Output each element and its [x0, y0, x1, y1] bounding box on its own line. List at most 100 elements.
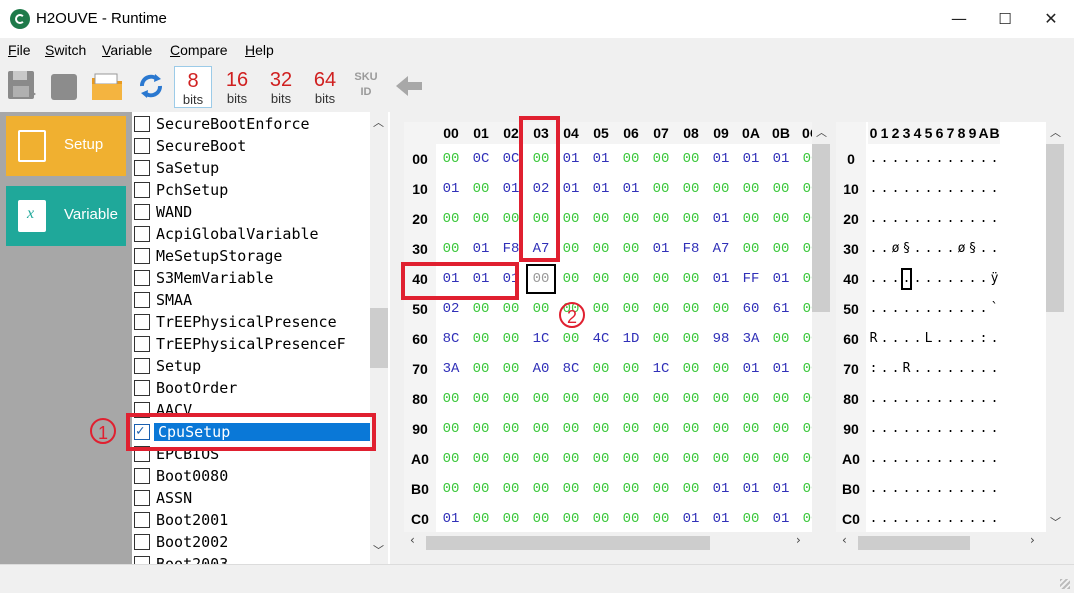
hex-cell[interactable]: 00 [796, 234, 812, 264]
hex-row-header[interactable]: 60 [404, 324, 436, 354]
ascii-cell[interactable]: . [945, 354, 956, 384]
variable-list-item[interactable]: Boot0080 [134, 466, 370, 488]
ascii-cell[interactable]: . [967, 144, 978, 174]
ascii-cell[interactable]: . [934, 474, 945, 504]
hex-cell[interactable]: 00 [796, 294, 812, 324]
ascii-cell[interactable]: . [956, 144, 967, 174]
hex-row-header[interactable]: 00 [404, 144, 436, 174]
ascii-cell[interactable]: . [901, 504, 912, 532]
hex-cell[interactable]: 1D [616, 324, 646, 354]
hex-cell[interactable]: 8C [556, 354, 586, 384]
hex-cell[interactable]: 00 [796, 414, 812, 444]
hex-cell[interactable]: 0C [466, 144, 496, 174]
menu-variable[interactable]: Variable [102, 42, 152, 58]
ascii-vertical-scrollbar[interactable]: ︿ ﹀ [1046, 122, 1064, 532]
variable-checkbox[interactable] [134, 138, 150, 154]
hex-cell[interactable]: 01 [436, 174, 466, 204]
hex-cell[interactable]: 00 [616, 354, 646, 384]
hex-cell[interactable]: 1C [646, 354, 676, 384]
ascii-cell[interactable]: . [912, 174, 923, 204]
hex-hscroll-thumb[interactable] [426, 536, 710, 550]
variable-button[interactable]: x Variable [6, 186, 126, 246]
menu-help[interactable]: Help [245, 42, 274, 58]
hex-cell[interactable]: 00 [496, 474, 526, 504]
ascii-cell[interactable]: . [945, 414, 956, 444]
ascii-cell[interactable]: . [934, 414, 945, 444]
hex-cell[interactable]: 00 [556, 264, 586, 294]
ascii-cell[interactable]: R [868, 324, 879, 354]
ascii-cell[interactable]: . [934, 234, 945, 264]
hex-cell[interactable]: 00 [796, 354, 812, 384]
ascii-cell[interactable]: . [868, 414, 879, 444]
ascii-cell[interactable]: . [967, 204, 978, 234]
hex-column-header[interactable]: 08 [676, 122, 706, 144]
ascii-cell[interactable]: . [978, 474, 989, 504]
ascii-cell[interactable]: . [868, 174, 879, 204]
hex-cell[interactable]: 00 [766, 324, 796, 354]
ascii-cell[interactable]: ø [956, 234, 967, 264]
hex-cell[interactable]: 61 [766, 294, 796, 324]
hex-cell[interactable]: 00 [436, 384, 466, 414]
hex-column-header[interactable]: 04 [556, 122, 586, 144]
ascii-cell[interactable]: . [956, 324, 967, 354]
ascii-cell[interactable]: . [923, 294, 934, 324]
hex-cell[interactable]: 00 [706, 384, 736, 414]
hex-vertical-scrollbar[interactable]: ︿ [812, 122, 830, 532]
close-button[interactable]: ✕ [1028, 0, 1074, 38]
ascii-cell[interactable]: . [956, 414, 967, 444]
ascii-cell[interactable]: . [945, 444, 956, 474]
ascii-cell[interactable]: . [967, 354, 978, 384]
ascii-cell[interactable]: . [989, 414, 1000, 444]
hex-cell[interactable]: 00 [736, 414, 766, 444]
hex-cell[interactable]: 00 [736, 174, 766, 204]
hex-cell[interactable]: 00 [466, 354, 496, 384]
hex-cell[interactable]: 00 [496, 414, 526, 444]
ascii-cell[interactable]: . [989, 204, 1000, 234]
ascii-cell[interactable]: . [978, 294, 989, 324]
ascii-cell[interactable]: . [923, 144, 934, 174]
hex-cell[interactable]: 00 [586, 384, 616, 414]
ascii-cell[interactable]: . [901, 204, 912, 234]
resize-grip-icon[interactable] [1060, 579, 1070, 589]
hex-cell[interactable]: 00 [676, 414, 706, 444]
open-folder-icon[interactable] [90, 68, 124, 104]
ascii-cell[interactable]: . [956, 174, 967, 204]
hex-cell[interactable]: 01 [766, 504, 796, 532]
hex-column-header[interactable]: 0B [766, 122, 796, 144]
back-arrow-icon[interactable] [392, 68, 426, 104]
ascii-cell[interactable]: . [934, 264, 945, 294]
ascii-cell[interactable]: . [967, 174, 978, 204]
hex-cell[interactable]: 00 [796, 264, 812, 294]
ascii-cell[interactable]: . [879, 294, 890, 324]
hex-cell[interactable]: 00 [676, 324, 706, 354]
ascii-cell[interactable]: . [934, 294, 945, 324]
ascii-cell[interactable]: . [989, 444, 1000, 474]
variable-checkbox[interactable] [134, 512, 150, 528]
ascii-cell[interactable]: . [945, 204, 956, 234]
hex-column-header[interactable]: 05 [586, 122, 616, 144]
hex-cell[interactable]: 00 [796, 204, 812, 234]
hex-cell[interactable]: 00 [676, 384, 706, 414]
ascii-cell[interactable]: . [912, 504, 923, 532]
hex-cell[interactable]: 01 [556, 144, 586, 174]
hex-cell[interactable]: 00 [526, 444, 556, 474]
ascii-cell[interactable]: . [945, 144, 956, 174]
ascii-cell[interactable]: . [978, 444, 989, 474]
ascii-cell[interactable]: . [923, 474, 934, 504]
hex-cell[interactable]: 01 [676, 504, 706, 532]
hex-row-header[interactable]: B0 [404, 474, 436, 504]
hex-cell[interactable]: 00 [616, 444, 646, 474]
setup-button[interactable]: Setup [6, 116, 126, 176]
ascii-cell[interactable]: L [923, 324, 934, 354]
ascii-cell[interactable]: ` [989, 294, 1000, 324]
hex-cell[interactable]: 00 [466, 444, 496, 474]
hex-cell[interactable]: 00 [766, 204, 796, 234]
ascii-cell[interactable]: . [945, 294, 956, 324]
ascii-hscroll-thumb[interactable] [858, 536, 970, 550]
ascii-cell[interactable]: . [934, 444, 945, 474]
hex-row-header[interactable]: 10 [404, 174, 436, 204]
ascii-cell[interactable]: . [912, 264, 923, 294]
hex-cell[interactable]: 00 [766, 174, 796, 204]
blank-document-icon[interactable] [48, 68, 82, 104]
hex-scroll-right-icon[interactable]: › [796, 533, 801, 547]
